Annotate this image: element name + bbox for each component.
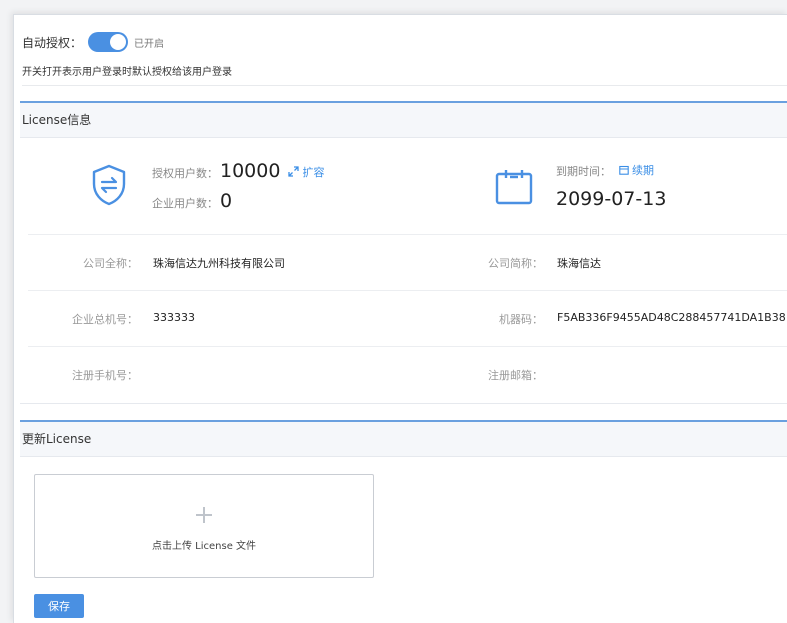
register-email-key: 注册邮箱： [488,369,543,382]
license-info-panel: License信息 授权用户数： 10000 扩容 企业用户数： 0 到期时间：… [20,101,787,404]
company-short-name-value: 珠海信达 [557,257,601,270]
small-calendar-icon [619,165,629,175]
update-license-panel: 更新License 点击上传 License 文件 保存 [20,420,787,623]
auto-auth-state: 已开启 [134,38,165,50]
info-row-company: 公司全称： 珠海信达九州科技有限公司 公司简称： 珠海信达 [28,235,787,291]
machine-code-key: 机器码： [499,313,543,326]
renew-link[interactable]: 续期 [619,162,654,178]
switchboard-key: 企业总机号： [72,313,138,326]
auto-auth-description: 开关打开表示用户登录时默认授权给该用户登录 [22,67,232,78]
expiry: 到期时间： 续期 [556,162,654,179]
save-button[interactable]: 保存 [34,594,84,618]
expand-capacity-label: 扩容 [302,165,325,179]
expiry-label: 到期时间： [556,165,611,178]
company-full-name-value: 珠海信达九州科技有限公司 [153,257,285,270]
switchboard-value: 333333 [153,311,195,324]
calendar-icon [495,170,533,205]
license-management-page: 自动授权： 已开启 开关打开表示用户登录时默认授权给该用户登录 License信… [13,14,787,623]
enterprise-users: 企业用户数： 0 [152,190,232,212]
plus-icon [196,507,212,523]
authorized-users-value: 10000 [220,160,281,182]
upload-text: 点击上传 License 文件 [151,541,257,552]
license-upload-area[interactable]: 点击上传 License 文件 [34,474,374,578]
authorized-users: 授权用户数： 10000 扩容 [152,160,324,182]
shield-exchange-icon [92,164,126,206]
auto-auth-toggle[interactable] [88,32,129,52]
update-license-title: 更新License [20,422,787,457]
expiry-date: 2099-07-13 [556,188,667,210]
company-full-name-key: 公司全称： [83,257,138,270]
enterprise-users-value: 0 [220,190,233,212]
renew-label: 续期 [632,164,654,177]
auto-auth-section: 自动授权： 已开启 开关打开表示用户登录时默认授权给该用户登录 [22,31,782,78]
expand-capacity-link[interactable]: 扩容 [288,164,324,180]
info-row-phone-machine: 企业总机号： 333333 机器码： F5AB336F9455AD48C2884… [28,291,787,347]
expand-icon [288,166,300,177]
license-info-title: License信息 [20,103,787,138]
info-row-registration: 注册手机号： 注册邮箱： [28,347,787,402]
license-stats: 授权用户数： 10000 扩容 企业用户数： 0 到期时间： 续期 2099-0… [28,138,787,235]
machine-code-value: F5AB336F9455AD48C288457741DA1B38 [557,311,786,324]
company-short-name-key: 公司简称： [488,257,543,270]
register-phone-key: 注册手机号： [72,369,138,382]
toggle-knob [110,34,127,50]
authorized-users-label: 授权用户数： [152,167,218,180]
auto-auth-label: 自动授权： [22,35,83,50]
enterprise-users-label: 企业用户数： [152,197,218,210]
divider [22,85,787,86]
